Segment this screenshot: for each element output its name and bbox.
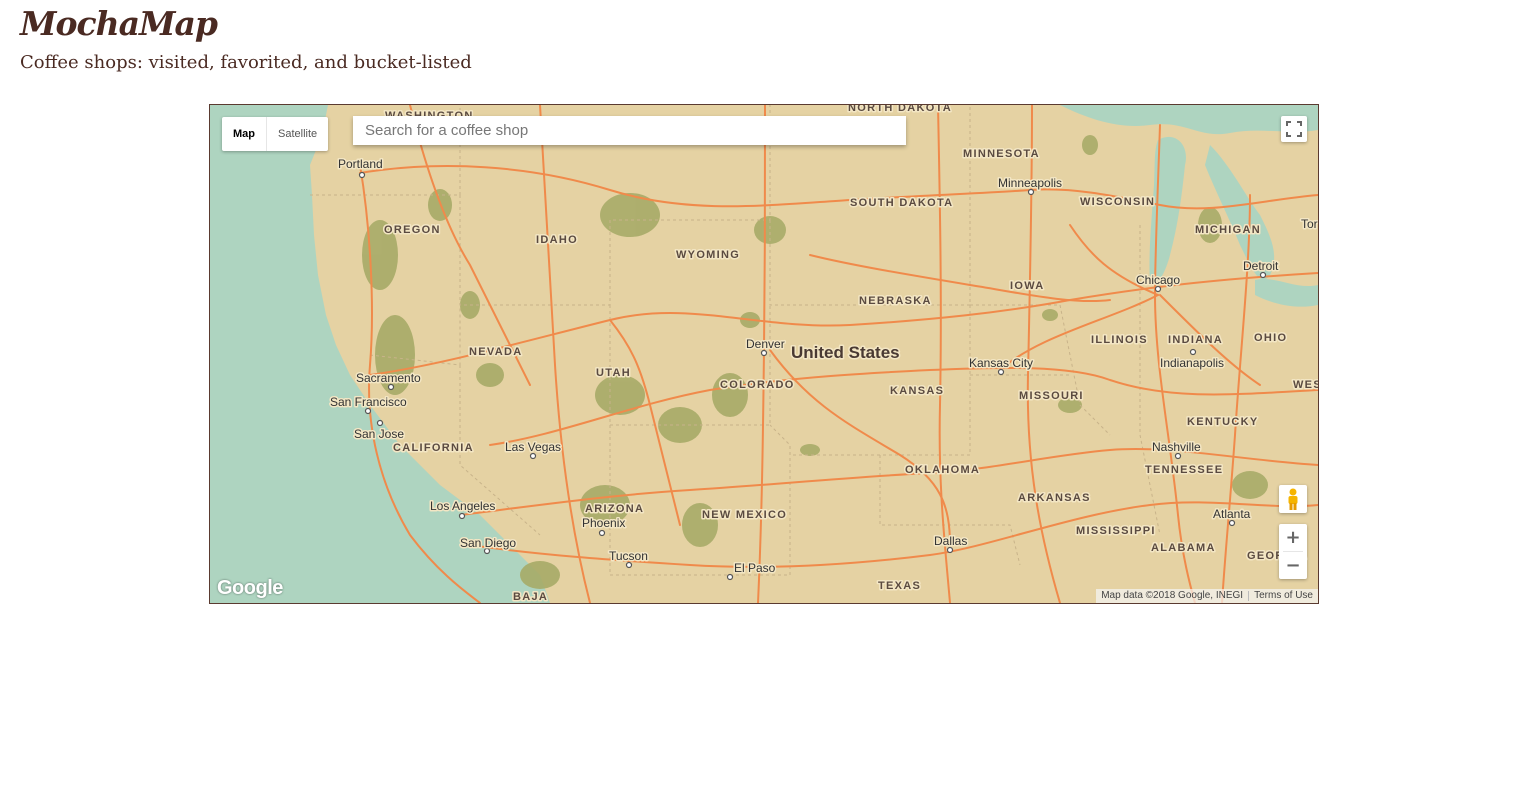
map-attribution: Map data ©2018 Google, INEGI Terms of Us… xyxy=(1096,589,1318,603)
map-type-map-button[interactable]: Map xyxy=(222,117,267,151)
state-label: MISSOURI xyxy=(1019,390,1084,402)
state-label: NORTH DAKOTA xyxy=(848,105,952,114)
state-label: COLORADO xyxy=(720,379,795,391)
google-logo[interactable]: Google xyxy=(217,577,283,600)
state-label: NEW MEXICO xyxy=(702,509,787,521)
map-type-control: Map Satellite xyxy=(222,117,329,151)
state-label: IDAHO xyxy=(536,234,578,246)
city-label: San Jose xyxy=(354,427,404,441)
city-label: Phoenix xyxy=(582,516,625,530)
state-label: MISSISSIPPI xyxy=(1076,525,1156,537)
state-label: OKLAHOMA xyxy=(905,464,980,476)
state-label: BAJA xyxy=(513,591,548,603)
terms-link[interactable]: Terms of Use xyxy=(1249,589,1318,603)
city-label: Nashville xyxy=(1152,440,1201,454)
city-label: Tor xyxy=(1301,217,1318,231)
state-label: ARKANSAS xyxy=(1018,492,1091,504)
city-label: Portland xyxy=(338,157,383,171)
city-label: El Paso xyxy=(734,561,776,575)
state-label: ILLINOIS xyxy=(1091,334,1148,346)
state-label: OHIO xyxy=(1254,332,1287,344)
street-view-button[interactable] xyxy=(1279,485,1307,513)
city-label: Indianapolis xyxy=(1160,356,1224,370)
state-label: MINNESOTA xyxy=(963,148,1040,160)
city-label: Tucson xyxy=(609,549,648,563)
zoom-out-button[interactable]: − xyxy=(1279,552,1307,579)
zoom-in-button[interactable]: + xyxy=(1279,524,1307,551)
city-label: Kansas City xyxy=(969,356,1033,370)
map-canvas[interactable]: WASHINGTON NORTH DAKOTA MINNESOTA SOUTH … xyxy=(210,105,1318,603)
app-title: MochaMap xyxy=(20,4,218,43)
state-label: ARIZONA xyxy=(585,503,644,515)
city-label: Los Angeles xyxy=(430,499,495,513)
city-label: Detroit xyxy=(1243,259,1279,273)
state-label: CALIFORNIA xyxy=(393,442,474,454)
state-label: INDIANA xyxy=(1168,334,1223,346)
city-label: Denver xyxy=(746,337,785,351)
state-label: WISCONSIN xyxy=(1080,196,1155,208)
state-label: IOWA xyxy=(1010,280,1045,292)
pegman-icon xyxy=(1288,488,1298,510)
city-label: Atlanta xyxy=(1213,507,1251,521)
state-label: MICHIGAN xyxy=(1195,224,1261,236)
city-label: San Francisco xyxy=(330,395,407,409)
app-subtitle: Coffee shops: visited, favorited, and bu… xyxy=(20,52,472,73)
country-label: United States xyxy=(791,343,900,362)
fullscreen-icon xyxy=(1286,121,1302,137)
state-label: OREGON xyxy=(384,224,441,236)
state-label: NEVADA xyxy=(469,346,522,358)
state-label: NEBRASKA xyxy=(859,295,932,307)
state-label: ALABAMA xyxy=(1151,542,1216,554)
state-label: TEXAS xyxy=(878,580,921,592)
city-label: Sacramento xyxy=(356,371,421,385)
search-input[interactable] xyxy=(353,116,906,145)
city-label: Chicago xyxy=(1136,273,1180,287)
map-container[interactable]: WASHINGTON NORTH DAKOTA MINNESOTA SOUTH … xyxy=(209,104,1319,604)
city-label: Dallas xyxy=(934,534,967,548)
zoom-control: + − xyxy=(1279,524,1307,579)
city-label: Las Vegas xyxy=(505,440,561,454)
city-label: San Diego xyxy=(460,536,516,550)
city-label: Minneapolis xyxy=(998,176,1062,190)
state-label: SOUTH DAKOTA xyxy=(850,197,953,209)
fullscreen-button[interactable] xyxy=(1281,116,1307,142)
state-label: KENTUCKY xyxy=(1187,416,1259,428)
state-label: WEST VIRGI xyxy=(1293,379,1318,391)
attribution-text: Map data ©2018 Google, INEGI xyxy=(1101,590,1244,601)
state-label: KANSAS xyxy=(890,385,944,397)
state-label: TENNESSEE xyxy=(1145,464,1223,476)
state-label: WYOMING xyxy=(676,249,740,261)
map-type-satellite-button[interactable]: Satellite xyxy=(267,117,328,151)
state-label: UTAH xyxy=(596,367,631,379)
